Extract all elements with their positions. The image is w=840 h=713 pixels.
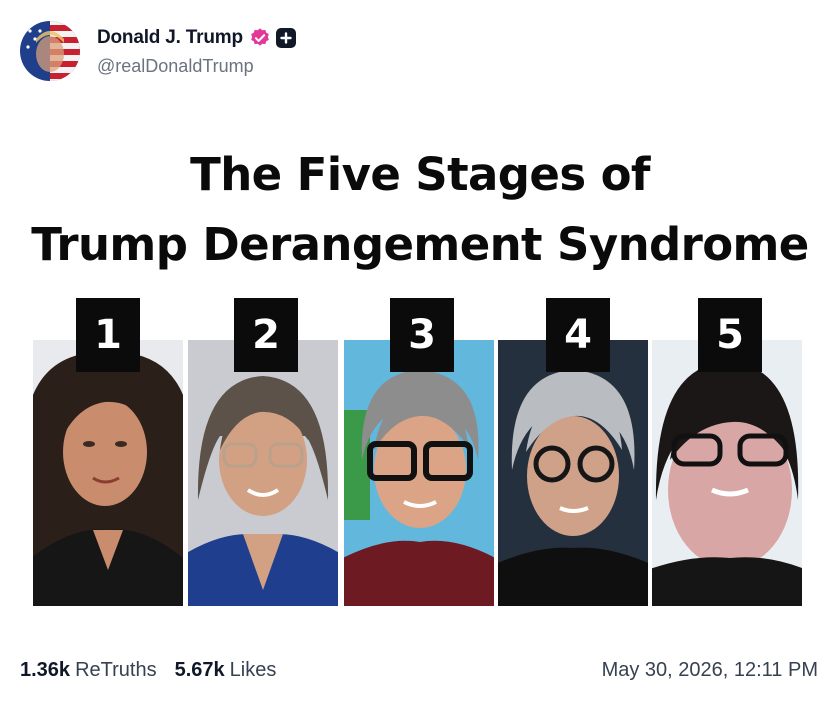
retruths-stat[interactable]: 1.36k ReTruths xyxy=(20,659,157,682)
post-header: Donald J. Trump @realDonaldTrump xyxy=(20,20,296,82)
likes-stat[interactable]: 5.67k Likes xyxy=(175,659,277,682)
retruths-label: ReTruths xyxy=(75,658,157,681)
image-title-line2: Trump Derangement Syndrome xyxy=(31,218,809,271)
stage-number-3: 3 xyxy=(390,298,454,372)
likes-count: 5.67k xyxy=(174,658,225,681)
retruths-count: 1.36k xyxy=(20,658,71,681)
stage-photo-5 xyxy=(652,340,802,606)
likes-label: Likes xyxy=(229,658,277,681)
verified-badge-icon xyxy=(251,28,269,46)
post-image[interactable]: The Five Stages of Trump Derangement Syn… xyxy=(30,130,810,610)
avatar[interactable] xyxy=(20,21,80,81)
stage-photo-3 xyxy=(344,340,494,606)
author-name[interactable]: Donald J. Trump xyxy=(97,27,243,49)
post-footer: 1.36k ReTruths 5.67k Likes May 30, 2026,… xyxy=(20,655,818,685)
stage-photo-2 xyxy=(188,340,338,606)
stage-number-1: 1 xyxy=(76,298,140,372)
stage-photo-4 xyxy=(498,340,648,606)
stage-number-5: 5 xyxy=(698,298,762,372)
image-title-line1: The Five Stages of xyxy=(190,148,650,201)
post-timestamp[interactable]: May 30, 2026, 12:11 PM xyxy=(602,659,818,682)
author-handle[interactable]: @realDonaldTrump xyxy=(97,56,296,77)
plus-badge-icon xyxy=(275,28,296,48)
stage-photo-1 xyxy=(33,340,183,606)
stage-number-4: 4 xyxy=(546,298,610,372)
stage-number-2: 2 xyxy=(234,298,298,372)
